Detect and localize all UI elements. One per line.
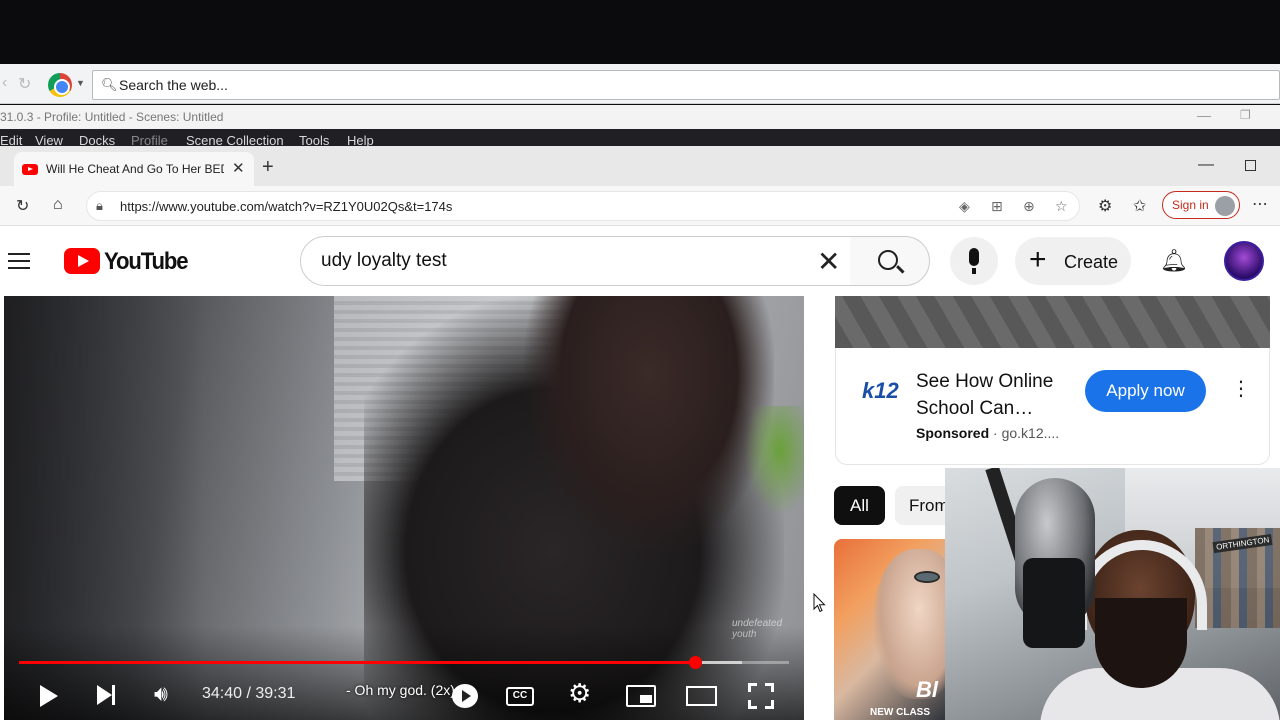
apps-icon[interactable]: ⊞ xyxy=(991,198,1003,215)
miniplayer-icon[interactable] xyxy=(626,685,656,707)
home-icon[interactable]: ⌂ xyxy=(53,196,63,214)
ad-domain: go.k12.... xyxy=(1001,425,1060,441)
zoom-icon[interactable]: ⊕ xyxy=(1023,198,1035,215)
thumbnail-eye xyxy=(914,571,940,583)
theater-mode-icon[interactable] xyxy=(686,686,717,706)
extensions-icon[interactable]: ⚙ xyxy=(1098,196,1112,216)
microphone-stand-icon xyxy=(972,268,976,274)
search-query-text: udy loyalty test xyxy=(321,250,447,271)
sign-in-button[interactable]: Sign in xyxy=(1162,191,1240,219)
microphone-body xyxy=(1023,558,1085,648)
window-minimize-icon[interactable]: — xyxy=(1198,156,1214,174)
autoplay-toggle-icon[interactable] xyxy=(452,684,478,708)
video-time-display: 34:40 / 39:31 xyxy=(202,685,296,702)
back-arrow-icon[interactable]: ‹ xyxy=(2,74,7,92)
thumbnail-caption: NEW CLASS xyxy=(870,707,930,718)
copilot-icon[interactable]: ◈ xyxy=(959,198,970,215)
recommended-video-thumbnail[interactable]: Bl NEW CLASS xyxy=(834,539,949,720)
settings-gear-icon[interactable]: ⚙ xyxy=(568,678,591,709)
controls-gradient xyxy=(4,626,804,720)
sign-in-label: Sign in xyxy=(1172,198,1209,212)
ad-title[interactable]: See How Online School Can… xyxy=(916,368,1076,422)
ad-sponsor-line: Sponsored · go.k12.... xyxy=(916,425,1059,441)
chrome-logo-icon[interactable] xyxy=(48,73,72,97)
youtube-search-button[interactable] xyxy=(850,236,930,286)
play-icon[interactable] xyxy=(40,685,58,707)
search-icon: 🔍︎ xyxy=(101,77,118,92)
microphone-icon xyxy=(969,248,979,266)
youtube-search-input[interactable]: udy loyalty test ✕ xyxy=(300,236,851,286)
youtube-favicon-icon xyxy=(22,164,38,175)
webcam-overlay: ORTHINGTON xyxy=(945,468,1280,720)
create-button[interactable]: + Create xyxy=(1015,237,1131,285)
user-avatar[interactable] xyxy=(1224,241,1264,281)
fullscreen-icon[interactable] xyxy=(748,683,774,709)
sponsored-ad-card[interactable]: k12 See How Online School Can… Sponsored… xyxy=(835,348,1270,465)
edge-address-bar: ↻ ⌂ 🔒︎ https://www.youtube.com/watch?v=R… xyxy=(0,186,1280,226)
new-tab-icon[interactable]: + xyxy=(262,156,274,179)
window-maximize-icon[interactable] xyxy=(1245,160,1256,171)
video-frame-hair xyxy=(524,296,774,556)
restore-icon[interactable]: ❐ xyxy=(1240,108,1251,122)
plus-icon: + xyxy=(1029,243,1047,276)
favorite-star-icon[interactable]: ☆ xyxy=(1055,198,1068,215)
clear-search-icon[interactable]: ✕ xyxy=(817,245,840,278)
reload-icon[interactable]: ↻ xyxy=(18,74,31,94)
chevron-down-icon[interactable]: ▼ xyxy=(76,78,85,88)
video-frame-plant xyxy=(744,406,804,516)
favorites-icon[interactable]: ✩ xyxy=(1133,196,1146,216)
obs-title-bar: 31.0.3 - Profile: Untitled - Scenes: Unt… xyxy=(0,105,1280,129)
search-icon xyxy=(878,250,898,270)
profile-avatar-icon xyxy=(1215,196,1235,216)
notifications-bell-icon[interactable]: 🔔︎ xyxy=(1160,248,1188,274)
voice-search-button[interactable] xyxy=(950,237,998,285)
youtube-header: YouTube udy loyalty test ✕ + Create 🔔︎ xyxy=(0,226,1280,296)
lock-icon[interactable]: 🔒︎ xyxy=(96,198,103,214)
ad-banner-image[interactable] xyxy=(835,296,1270,348)
more-options-icon[interactable]: ⋯ xyxy=(1252,194,1268,214)
bullet-separator: · xyxy=(993,425,1002,441)
outer-browser-toolbar: ‹ ↻ ▼ 🔍︎ Search the web... xyxy=(0,64,1280,104)
closed-captions-icon[interactable]: CC xyxy=(506,687,534,706)
video-player[interactable]: undefeated youth 🔊︎ 34:40 / 39:31 - Oh m… xyxy=(4,296,804,720)
caption-text: - Oh my god. (2x) xyxy=(346,682,455,698)
close-tab-icon[interactable]: ✕ xyxy=(232,159,245,177)
sponsored-label: Sponsored xyxy=(916,425,990,441)
create-label: Create xyxy=(1064,252,1119,272)
apply-now-button[interactable]: Apply now xyxy=(1085,370,1206,412)
tab-title: Will He Cheat And Go To Her BED xyxy=(46,162,224,176)
outer-search-placeholder: Search the web... xyxy=(119,77,228,93)
youtube-logo-icon[interactable] xyxy=(64,248,100,274)
edge-tab-strip: Will He Cheat And Go To Her BED ✕ + — xyxy=(0,146,1280,186)
url-input[interactable]: 🔒︎ https://www.youtube.com/watch?v=RZ1Y0… xyxy=(86,191,1080,221)
more-vertical-icon[interactable]: ⋮ xyxy=(1231,376,1251,401)
refresh-icon[interactable]: ↻ xyxy=(16,196,29,216)
k12-logo: k12 xyxy=(862,378,899,403)
browser-tab-youtube[interactable]: Will He Cheat And Go To Her BED ✕ xyxy=(14,152,254,186)
obs-window-title: 31.0.3 - Profile: Untitled - Scenes: Unt… xyxy=(0,110,224,124)
progress-scrubber-handle[interactable] xyxy=(689,656,703,669)
desktop-top-black-area xyxy=(0,0,1280,64)
volume-icon[interactable]: 🔊︎ xyxy=(154,681,168,707)
url-text: https://www.youtube.com/watch?v=RZ1Y0U02… xyxy=(120,199,453,214)
chip-all[interactable]: All xyxy=(834,486,885,525)
youtube-wordmark[interactable]: YouTube xyxy=(104,248,189,276)
minimize-icon[interactable]: — xyxy=(1197,107,1211,123)
hamburger-menu-icon[interactable] xyxy=(8,253,30,269)
next-video-icon[interactable] xyxy=(97,685,115,705)
progress-bar-played xyxy=(19,661,696,664)
outer-search-input[interactable]: 🔍︎ Search the web... xyxy=(92,70,1280,100)
thumbnail-title-text: Bl xyxy=(916,677,938,702)
obs-menu-bar: Edit View Docks Profile Scene Collection… xyxy=(0,129,1280,148)
